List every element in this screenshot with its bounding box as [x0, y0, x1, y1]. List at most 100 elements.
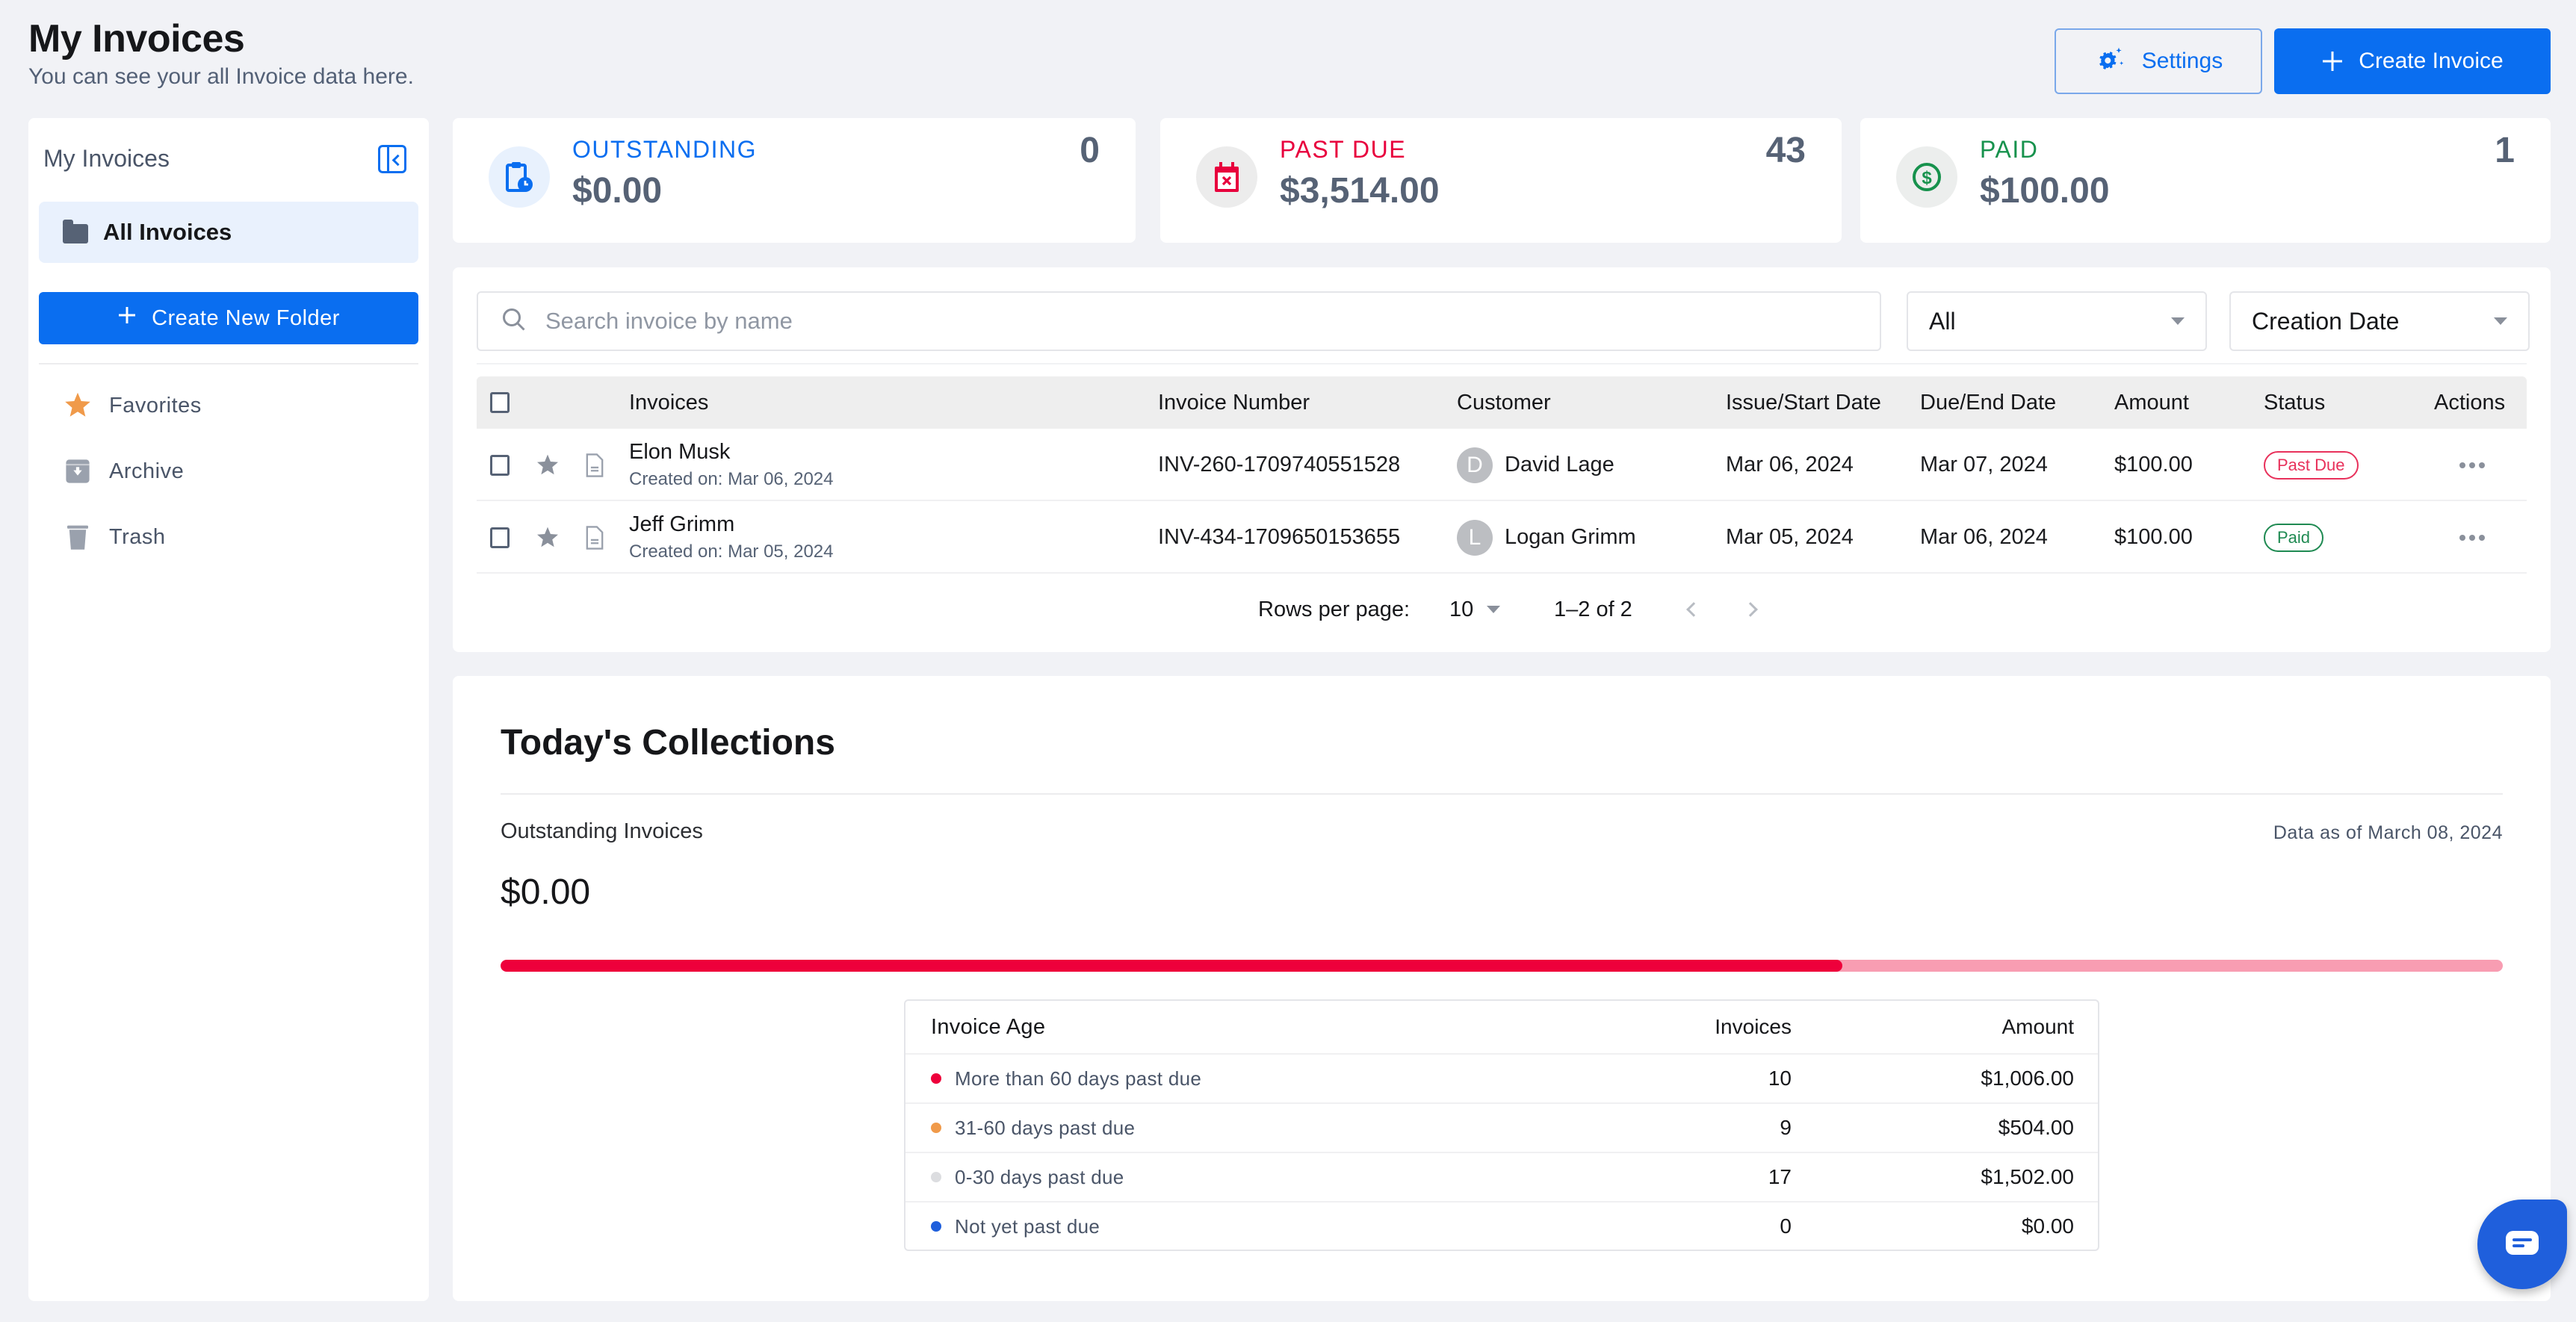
column-header[interactable]: Amount	[2114, 376, 2189, 429]
all-invoices-label: All Invoices	[103, 219, 232, 245]
stat-amount: $100.00	[1980, 171, 2110, 211]
plus-icon	[117, 305, 137, 331]
search-input[interactable]	[545, 308, 1815, 335]
column-header[interactable]: Issue/Start Date	[1726, 376, 1881, 429]
sort-select[interactable]: Creation Date	[2229, 291, 2530, 351]
more-actions-icon[interactable]	[2459, 462, 2485, 468]
age-invoices: 0	[1780, 1214, 1792, 1238]
invoice-number: INV-260-1709740551528	[1158, 453, 1401, 477]
create-invoice-button[interactable]: Create Invoice	[2274, 28, 2551, 94]
column-header[interactable]: Due/End Date	[1920, 376, 2056, 429]
document-icon	[586, 429, 604, 501]
sort-value: Creation Date	[2252, 307, 2400, 335]
next-page-icon[interactable]	[1743, 602, 1758, 617]
search-box[interactable]	[477, 291, 1881, 351]
stat-amount: $0.00	[572, 171, 663, 211]
sidebar-title: My Invoices	[43, 145, 170, 172]
pagination-range: 1–2 of 2	[1554, 597, 1632, 621]
column-header[interactable]: Invoice Number	[1158, 376, 1310, 429]
invoice-created-date: Created on: Mar 06, 2024	[629, 469, 834, 489]
prev-page-icon[interactable]	[1686, 602, 1701, 617]
table-row[interactable]: Elon Musk Created on: Mar 06, 2024 INV-2…	[477, 429, 2527, 501]
trash-icon	[64, 524, 91, 550]
select-all-checkbox[interactable]	[490, 392, 510, 413]
age-amount: $1,006.00	[1981, 1067, 2074, 1090]
table-header: Invoices Invoice Number Customer Issue/S…	[477, 376, 2527, 429]
caret-down-icon	[2171, 317, 2185, 325]
trash-label: Trash	[109, 524, 166, 549]
amount: $100.00	[2114, 525, 2193, 549]
create-invoice-label: Create Invoice	[2359, 49, 2504, 73]
sidebar-item-archive[interactable]: Archive	[64, 458, 184, 485]
column-header: Actions	[2434, 390, 2506, 415]
sidebar-item-favorites[interactable]: Favorites	[64, 392, 202, 419]
archive-label: Archive	[109, 459, 185, 483]
settings-gear-icon	[2094, 45, 2127, 78]
invoice-name-link[interactable]: Jeff Grimm	[629, 512, 734, 537]
collections-progress-bar	[501, 960, 2503, 972]
column-header[interactable]: Status	[2264, 376, 2325, 429]
age-row: 31-60 days past due 9 $504.00	[905, 1102, 2098, 1152]
dollar-circle-icon: $	[1896, 146, 1957, 208]
issue-date: Mar 05, 2024	[1726, 525, 1854, 549]
page-title: My Invoices	[28, 17, 245, 60]
collections-panel: Today's Collections Outstanding Invoices…	[453, 676, 2551, 1301]
column-header[interactable]: Invoices	[629, 376, 708, 429]
invoice-number: INV-434-1709650153655	[1158, 525, 1401, 549]
settings-button[interactable]: Settings	[2055, 28, 2262, 94]
favorites-label: Favorites	[109, 393, 202, 418]
age-header-amount: Amount	[2001, 1015, 2075, 1038]
invoice-name-link[interactable]: Elon Musk	[629, 440, 730, 465]
age-row: 0-30 days past due 17 $1,502.00	[905, 1152, 2098, 1201]
stat-count: 43	[1765, 131, 1806, 170]
stat-count: 0	[1080, 131, 1100, 170]
customer-cell: D David Lage	[1457, 429, 1614, 501]
status-badge: Past Due	[2264, 450, 2359, 480]
sidebar-item-trash[interactable]: Trash	[64, 524, 166, 550]
status-badge: Paid	[2264, 523, 2324, 552]
stat-card-past-due[interactable]: PAST DUE $3,514.00 43	[1160, 118, 1842, 243]
age-amount: $0.00	[2021, 1214, 2074, 1238]
stat-label: PAID	[1980, 136, 2039, 163]
caret-down-icon	[1487, 606, 1501, 613]
sidebar-divider	[39, 363, 418, 364]
stat-card-paid[interactable]: $ PAID $100.00 1	[1860, 118, 2551, 243]
collections-title: Today's Collections	[501, 723, 835, 763]
orange-dot-icon	[931, 1123, 941, 1133]
settings-label: Settings	[2141, 49, 2223, 73]
column-header[interactable]: Customer	[1457, 376, 1551, 429]
age-amount: $1,502.00	[1981, 1165, 2074, 1188]
stat-label: PAST DUE	[1280, 136, 1407, 163]
svg-text:$: $	[1922, 168, 1932, 188]
clipboard-clock-icon	[489, 146, 550, 208]
page-subtitle: You can see your all Invoice data here.	[28, 64, 414, 89]
invoice-age-table: Invoice Age Invoices Amount More than 60…	[904, 999, 2099, 1251]
customer-name: David Lage	[1505, 453, 1614, 477]
plus-icon	[2321, 50, 2344, 72]
collapse-sidebar-icon[interactable]	[378, 145, 406, 173]
status-filter-select[interactable]: All	[1907, 291, 2207, 351]
sidebar-item-all-invoices[interactable]: All Invoices	[39, 202, 418, 263]
age-invoices: 17	[1768, 1165, 1792, 1188]
amount: $100.00	[2114, 453, 2193, 477]
customer-cell: L Logan Grimm	[1457, 501, 1636, 574]
rows-per-page-select[interactable]: 10	[1449, 587, 1501, 632]
age-table-header: Invoice Age Invoices Amount	[905, 1001, 2098, 1053]
sidebar: My Invoices All Invoices Create New Fold…	[28, 118, 429, 1301]
more-actions-icon[interactable]	[2459, 534, 2485, 541]
table-row[interactable]: Jeff Grimm Created on: Mar 05, 2024 INV-…	[477, 501, 2527, 574]
age-label: 31-60 days past due	[955, 1116, 1136, 1139]
due-date: Mar 07, 2024	[1920, 453, 2048, 477]
favorite-star-icon[interactable]	[536, 501, 559, 574]
create-new-folder-button[interactable]: Create New Folder	[39, 292, 418, 344]
age-label: Not yet past due	[955, 1214, 1100, 1238]
divider	[477, 363, 2527, 364]
folder-icon	[63, 220, 88, 243]
row-checkbox[interactable]	[490, 454, 510, 476]
stat-count: 1	[2495, 131, 2515, 170]
row-checkbox[interactable]	[490, 527, 510, 548]
stat-card-outstanding[interactable]: OUTSTANDING $0.00 0	[453, 118, 1136, 243]
chat-widget-button[interactable]	[2477, 1200, 2567, 1289]
favorite-star-icon[interactable]	[536, 429, 559, 501]
search-icon	[501, 306, 527, 337]
